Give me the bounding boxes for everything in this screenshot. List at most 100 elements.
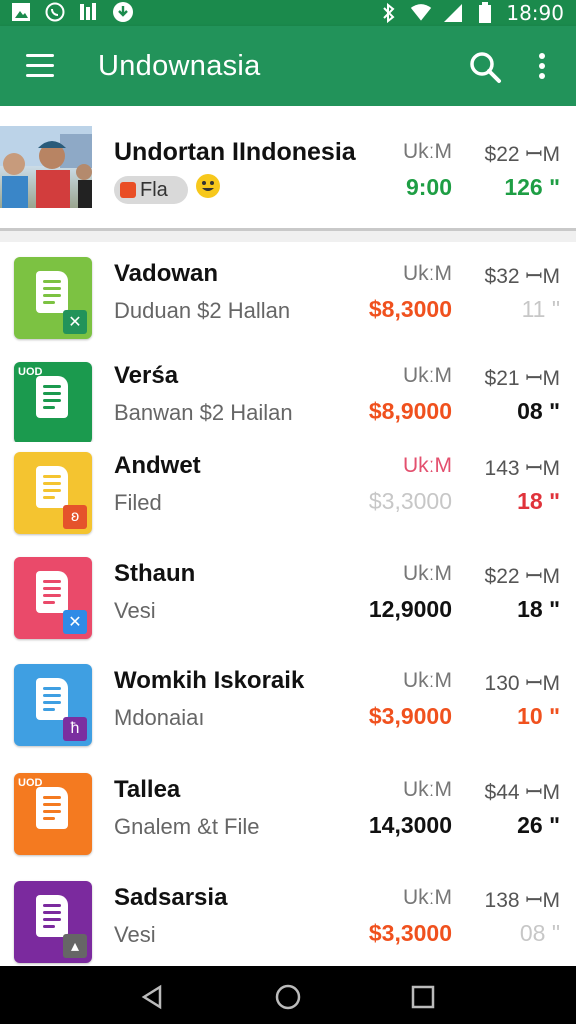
file-type-icon: ✕ bbox=[14, 257, 92, 339]
recents-icon[interactable] bbox=[410, 984, 436, 1010]
item-value-b: 08 ʺ bbox=[517, 398, 560, 424]
item-unit: UkːM bbox=[403, 262, 452, 285]
featured-unit: UkːM bbox=[403, 140, 452, 163]
battery-icon bbox=[474, 2, 496, 24]
whatsapp-icon bbox=[44, 1, 66, 23]
list-item[interactable]: ✕ Sthaun Vesi UkːM $22 ꟷM 12,9000 18 ʺ bbox=[0, 542, 576, 650]
item-value-a: 14,3000 bbox=[368, 812, 452, 838]
item-value-a: $8,9000 bbox=[368, 398, 452, 424]
featured-thumbnail bbox=[0, 126, 92, 208]
item-subtitle: Gnalem &t File bbox=[114, 814, 260, 839]
document-icon bbox=[36, 271, 68, 313]
list-item[interactable]: UOD Verśa Banwan $2 Hailan UkːM $21 ꟷM $… bbox=[0, 352, 576, 444]
item-price: 138 ꟷM bbox=[484, 889, 560, 912]
item-subtitle: Duduan $2 Hallan bbox=[114, 298, 291, 323]
featured-item[interactable]: Undortan IIndonesia Fla UkːM $22 ꟷM 9:00… bbox=[0, 106, 576, 230]
item-value-a: $8,3000 bbox=[368, 296, 452, 322]
item-value-b: 18 ʺ bbox=[517, 488, 560, 514]
item-unit: UkːM bbox=[403, 669, 452, 692]
item-subtitle: Vesi bbox=[114, 922, 156, 947]
document-icon bbox=[36, 376, 68, 418]
more-vertical-icon[interactable] bbox=[532, 52, 552, 82]
item-name: Verśa bbox=[114, 362, 179, 389]
item-unit: UkːM bbox=[403, 886, 452, 909]
icon-label: UOD bbox=[18, 366, 43, 378]
item-unit: UkːM bbox=[403, 454, 452, 477]
home-icon[interactable] bbox=[275, 984, 301, 1010]
item-subtitle: Banwan $2 Hailan bbox=[114, 400, 293, 425]
item-name: Andwet bbox=[114, 452, 201, 479]
item-price: $21 ꟷM bbox=[484, 367, 560, 390]
document-icon bbox=[36, 466, 68, 508]
hamburger-menu-icon[interactable] bbox=[26, 54, 54, 78]
download-icon bbox=[112, 1, 134, 23]
badge-icon: ✕ bbox=[63, 310, 87, 334]
item-unit: UkːM bbox=[403, 364, 452, 387]
item-name: Vadowan bbox=[114, 260, 219, 287]
featured-value-a: 9:00 bbox=[405, 174, 452, 200]
wifi-icon bbox=[410, 2, 432, 24]
bluetooth-icon bbox=[378, 2, 400, 24]
back-icon[interactable] bbox=[140, 984, 166, 1010]
icon-label: UOD bbox=[18, 777, 43, 789]
item-unit: UkːM bbox=[403, 778, 452, 801]
item-name: Womkih Iskoraik bbox=[114, 667, 305, 694]
file-type-icon: ħ bbox=[14, 664, 92, 746]
status-bar: 18:90 bbox=[0, 0, 576, 26]
item-name: Tallea bbox=[114, 776, 181, 803]
file-type-icon: ✕ bbox=[14, 557, 92, 639]
image-notification-icon bbox=[10, 1, 32, 23]
item-value-a: 12,9000 bbox=[368, 596, 452, 622]
document-icon bbox=[36, 571, 68, 613]
navigation-bar bbox=[0, 966, 576, 1024]
badge-icon: ʚ bbox=[63, 505, 87, 529]
item-value-b: 10 ʺ bbox=[517, 703, 560, 729]
item-name: Sadsarsia bbox=[114, 884, 228, 911]
status-time: 18:90 bbox=[506, 1, 564, 25]
item-subtitle: Filed bbox=[114, 490, 162, 515]
smiley-emoji-icon bbox=[196, 174, 220, 198]
document-icon bbox=[36, 678, 68, 720]
item-subtitle: Mdonaiaı bbox=[114, 705, 205, 730]
item-value-a: $3,3000 bbox=[368, 488, 452, 514]
featured-chip[interactable]: Fla bbox=[114, 176, 188, 204]
featured-price: $22 ꟷM bbox=[484, 143, 560, 166]
item-subtitle: Vesi bbox=[114, 598, 156, 623]
item-price: 143 ꟷM bbox=[484, 457, 560, 480]
item-value-b: 18 ʺ bbox=[517, 596, 560, 622]
app-bar: Undownasia bbox=[0, 26, 576, 106]
tag-icon bbox=[120, 182, 136, 198]
list-item[interactable]: ✕ Vadowan Duduan $2 Hallan UkːM $32 ꟷM $… bbox=[0, 242, 576, 353]
item-value-b: 11 ʺ bbox=[521, 296, 560, 322]
item-price: $32 ꟷM bbox=[484, 265, 560, 288]
item-value-a: $3,9000 bbox=[368, 703, 452, 729]
item-price: $22 ꟷM bbox=[484, 565, 560, 588]
item-price: 130 ꟷM bbox=[484, 672, 560, 695]
cell-signal-icon bbox=[442, 2, 464, 24]
list-item[interactable]: ħ Womkih Iskoraik Mdonaiaı UkːM 130 ꟷM $… bbox=[0, 649, 576, 759]
signal-bars-icon bbox=[78, 1, 100, 23]
item-unit: UkːM bbox=[403, 562, 452, 585]
badge-icon: ħ bbox=[63, 717, 87, 741]
file-type-icon: ▴ bbox=[14, 881, 92, 963]
list-item[interactable]: ▴ Sadsarsia Vesi UkːM 138 ꟷM $3,3000 08 … bbox=[0, 866, 576, 966]
list-item[interactable]: UOD Tallea Gnalem &t File UkːM $44 ꟷM 14… bbox=[0, 758, 576, 867]
document-icon bbox=[36, 787, 68, 829]
file-type-icon: ʚ bbox=[14, 452, 92, 534]
item-value-b: 08 ʺ bbox=[519, 920, 560, 946]
list-item[interactable]: ʚ Andwet Filed UkːM 143 ꟷM $3,3000 18 ʺ bbox=[0, 442, 576, 543]
item-price: $44 ꟷM bbox=[484, 781, 560, 804]
item-value-a: $3,3000 bbox=[368, 920, 452, 946]
search-icon[interactable] bbox=[468, 50, 502, 84]
app-title: Undownasia bbox=[98, 50, 261, 82]
file-type-icon: UOD bbox=[14, 362, 92, 444]
featured-value-b: 126 ʺ bbox=[504, 174, 560, 200]
badge-icon: ✕ bbox=[63, 610, 87, 634]
item-value-b: 26 ʺ bbox=[517, 812, 560, 838]
item-name: Sthaun bbox=[114, 560, 196, 587]
chip-label: Fla bbox=[140, 178, 168, 201]
featured-name: Undortan IIndonesia bbox=[114, 138, 356, 166]
document-icon bbox=[36, 895, 68, 937]
file-type-icon: UOD bbox=[14, 773, 92, 855]
badge-icon: ▴ bbox=[63, 934, 87, 958]
